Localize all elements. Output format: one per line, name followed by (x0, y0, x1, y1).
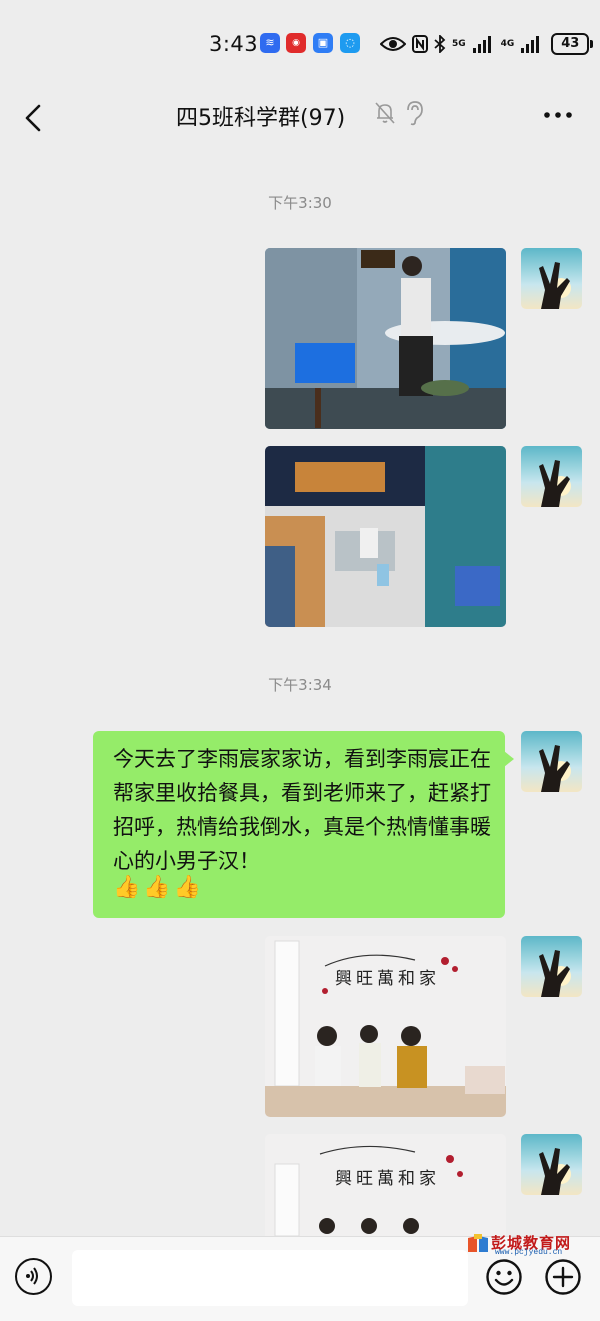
network-5g-label: 5G (452, 38, 466, 49)
status-bar: 3:43 ≋ ◉ ▣ ◌ 5G 4G 43 (0, 0, 600, 88)
voice-app-icon: ≋ (260, 33, 280, 53)
chat-app-icon: ◌ (340, 33, 360, 53)
hand-gesture-avatar-image (539, 262, 571, 309)
chat-title: 四5班科学群(97) (176, 106, 346, 131)
nfc-icon (412, 35, 428, 53)
eye-icon (380, 37, 406, 51)
hand-gesture-avatar-image (539, 745, 571, 792)
avatar[interactable] (521, 731, 582, 792)
thumbs-up-emoji: 👍 (173, 875, 202, 900)
message-timestamp: 下午3:34 (268, 676, 332, 694)
watermark-url: www.pcjyedu.cn (495, 1248, 563, 1257)
thumbs-up-emoji: 👍 (113, 875, 141, 900)
earpiece-mode-icon (407, 101, 423, 126)
emoji-icon[interactable] (485, 1258, 523, 1296)
avatar[interactable] (521, 446, 582, 507)
back-icon[interactable] (18, 98, 54, 138)
wall-calligraphy: 興旺萬和家 (335, 969, 440, 989)
voice-wave-icon (26, 1267, 38, 1285)
signal-4g-icon (521, 35, 540, 53)
chat-header: 四5班科学群(97) (0, 88, 600, 150)
site-watermark: 彭城教育网 www.pcjyedu.cn (467, 1232, 585, 1257)
more-options-icon[interactable] (540, 100, 576, 130)
voice-input-button[interactable] (15, 1258, 52, 1295)
avatar[interactable] (521, 1134, 582, 1195)
wall-calligraphy: 興旺萬和家 (335, 1169, 440, 1189)
thumbs-up-emoji: 👍 (143, 875, 171, 900)
battery-indicator: 43 (551, 33, 594, 55)
message-timestamp: 下午3:30 (268, 194, 332, 212)
avatar[interactable] (521, 248, 582, 309)
network-4g-label: 4G (500, 38, 515, 49)
message-input[interactable] (72, 1250, 468, 1306)
bluetooth-icon (434, 35, 446, 53)
book-logo-icon (468, 1234, 488, 1252)
vivo-app-icon: ◉ (286, 33, 306, 53)
lock-app-icon: ▣ (313, 33, 333, 53)
photo-message[interactable] (265, 248, 506, 429)
photo-message[interactable] (265, 446, 506, 627)
photo-message[interactable]: 興旺萬和家 (265, 1134, 506, 1236)
signal-5g-icon (472, 35, 491, 53)
message-text: 今天去了李雨宸家家访，看到李雨宸正在帮家里收拾餐具，看到老师来了，赶紧打招呼，热… (113, 747, 491, 873)
status-time: 3:43 (209, 32, 259, 56)
text-message-bubble[interactable]: 今天去了李雨宸家家访，看到李雨宸正在帮家里收拾餐具，看到老师来了，赶紧打招呼，热… (93, 731, 514, 918)
photo-message[interactable]: 興旺萬和家 (265, 936, 506, 1117)
hand-gesture-avatar-image (539, 950, 571, 997)
mute-bell-icon (375, 102, 395, 124)
hand-gesture-avatar-image (539, 1148, 571, 1195)
hand-gesture-avatar-image (539, 460, 571, 507)
add-attachment-icon[interactable] (544, 1258, 582, 1296)
avatar[interactable] (521, 936, 582, 997)
